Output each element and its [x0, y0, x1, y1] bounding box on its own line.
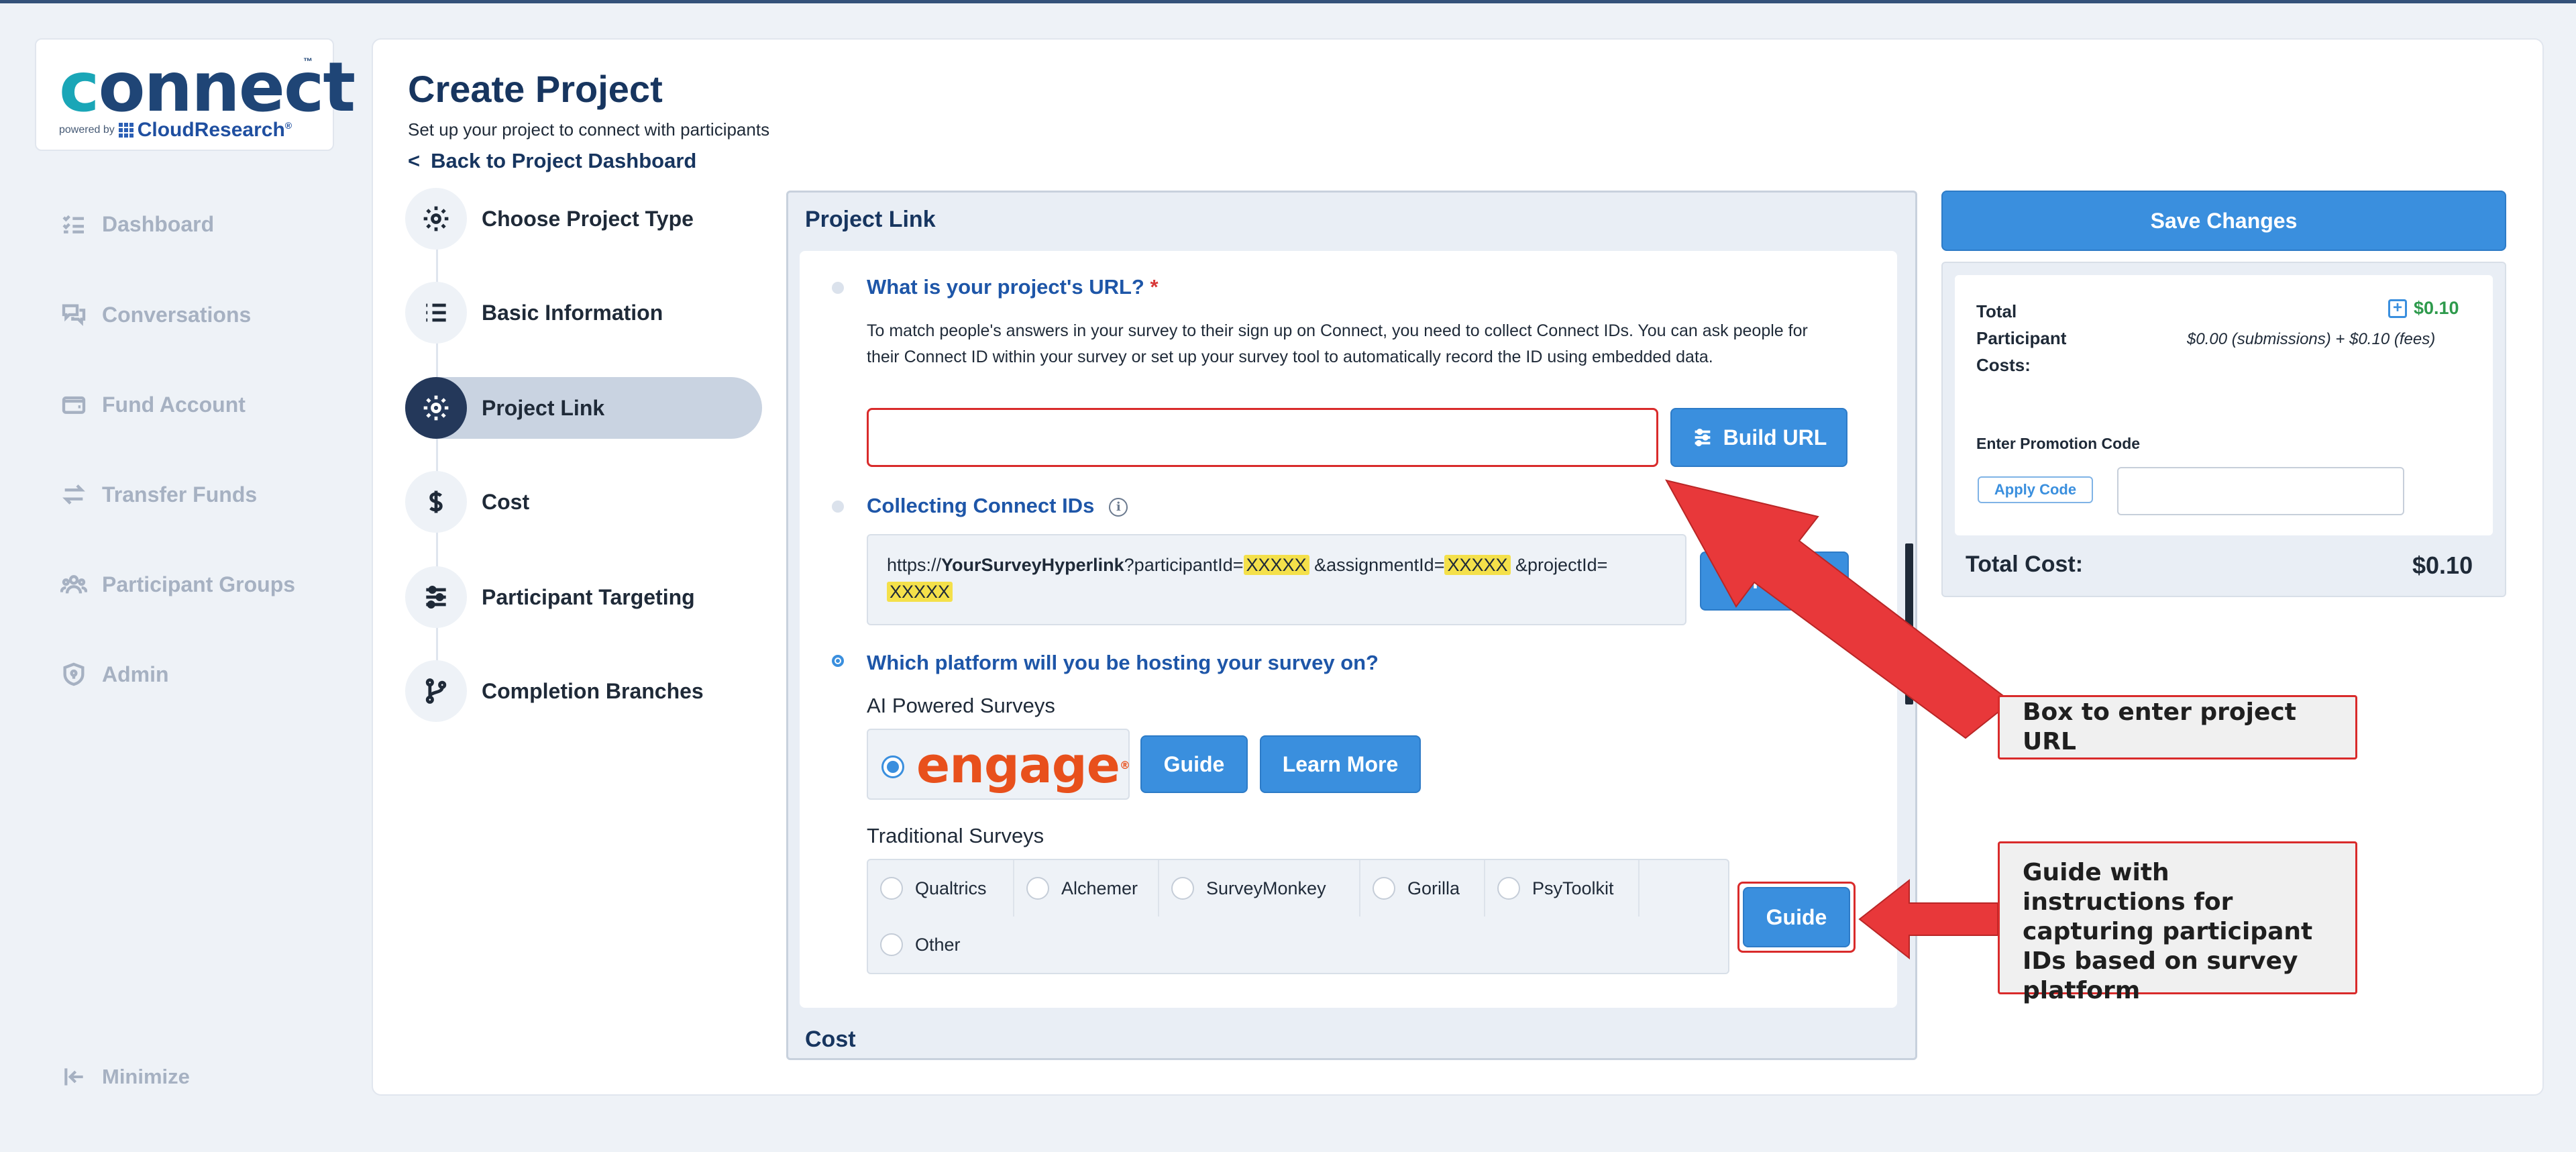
apply-code-button[interactable]: Apply Code: [1978, 476, 2093, 503]
chat-bubbles-icon: [62, 304, 86, 326]
required-asterisk: *: [1150, 275, 1159, 299]
total-cost-value: $0.10: [2412, 552, 2473, 579]
checklist-icon: [62, 215, 84, 233]
engage-logo: engage®: [916, 737, 1130, 794]
platform-question-label: Which platform will you be hosting your …: [867, 651, 1379, 674]
engage-guide-button[interactable]: Guide: [1140, 735, 1248, 793]
page-subtitle: Set up your project to connect with part…: [408, 119, 770, 140]
sidebar-item-admin[interactable]: Admin: [60, 654, 342, 694]
step-bullet-active: [832, 655, 844, 667]
engage-option[interactable]: engage®: [867, 729, 1130, 800]
users-group-icon: [60, 575, 87, 594]
cost-section-title: Cost: [805, 1027, 856, 1052]
radio-button[interactable]: [1026, 877, 1049, 900]
save-changes-button[interactable]: Save Changes: [1941, 191, 2506, 251]
project-link-title: Project Link: [805, 207, 936, 232]
ai-surveys-label: AI Powered Surveys: [867, 694, 1055, 717]
platform-option-psytoolkit[interactable]: PsyToolkit: [1485, 860, 1640, 917]
chevron-left-icon: <: [408, 149, 421, 172]
platform-option-alchemer[interactable]: Alchemer: [1014, 860, 1159, 917]
url-question-label: What is your project's URL? *: [867, 275, 1159, 299]
info-icon[interactable]: i: [1109, 497, 1128, 517]
step-participant-targeting[interactable]: Participant Targeting: [405, 566, 695, 628]
branch-icon: [425, 678, 447, 704]
url-description: To match people's answers in your survey…: [867, 321, 1808, 366]
annotation-url-box: Box to enter project URL: [1998, 695, 2357, 760]
token-highlight: XXXXX: [1243, 555, 1309, 575]
sidebar-item-transfer-funds[interactable]: Transfer Funds: [60, 474, 342, 515]
total-cost-label: Total Cost:: [1966, 552, 2084, 577]
platform-option-gorilla[interactable]: Gorilla: [1360, 860, 1485, 917]
gear-icon: [423, 206, 449, 231]
learn-more-button[interactable]: Learn More: [1260, 735, 1421, 793]
shield-icon: [63, 662, 85, 686]
gear-icon: [423, 395, 449, 421]
step-cost[interactable]: Cost: [405, 471, 529, 533]
traditional-surveys-label: Traditional Surveys: [867, 824, 1044, 847]
token-highlight: XXXXX: [1444, 555, 1511, 575]
wallet-icon: [62, 396, 86, 414]
cloudresearch-logo-icon: [118, 123, 133, 138]
token-highlight: XXXXX: [887, 582, 953, 602]
app-logo[interactable]: connect ™ powered by CloudResearch®: [35, 38, 356, 151]
minimize-sidebar-button[interactable]: Minimize: [62, 1064, 190, 1090]
connect-id-link-preview: https://YourSurveyHyperlink?participantI…: [867, 534, 1686, 625]
build-url-button[interactable]: Build URL: [1670, 408, 1847, 467]
scrollbar[interactable]: [1905, 543, 1913, 704]
sidebar-item-fund-account[interactable]: Fund Account: [60, 384, 342, 425]
collapse-left-icon: [64, 1068, 83, 1086]
configure-button[interactable]: Configure: [1700, 552, 1849, 611]
sliders-icon: [426, 585, 446, 609]
platform-option-qualtrics[interactable]: Qualtrics: [868, 860, 1014, 917]
step-completion-branches[interactable]: Completion Branches: [405, 660, 704, 722]
expand-plus-icon[interactable]: +: [2388, 299, 2407, 318]
traditional-guide-button[interactable]: Guide: [1743, 887, 1850, 947]
platform-option-other[interactable]: Other: [868, 917, 1014, 973]
logo-trademark: ™: [303, 56, 313, 66]
step-bullet: [832, 282, 844, 294]
radio-button[interactable]: [1373, 877, 1395, 900]
list-icon: [426, 303, 446, 322]
radio-selected[interactable]: [881, 755, 904, 778]
back-to-dashboard-link[interactable]: < Back to Project Dashboard: [408, 149, 696, 173]
radio-button[interactable]: [1497, 877, 1520, 900]
radio-button[interactable]: [880, 933, 903, 956]
collecting-ids-title: Collecting Connect IDs i: [867, 494, 1128, 518]
cost-breakdown: $0.00 (submissions) + $0.10 (fees): [2187, 330, 2436, 348]
dollar-icon: [429, 490, 443, 513]
top-accent-bar: [0, 0, 2576, 3]
sidebar-item-conversations[interactable]: Conversations: [60, 295, 342, 335]
step-basic-information[interactable]: Basic Information: [405, 282, 663, 344]
total-participant-costs-label: Total Participant Costs:: [1976, 301, 2067, 375]
sidebar-item-dashboard[interactable]: Dashboard: [60, 204, 342, 244]
step-choose-project-type[interactable]: Choose Project Type: [405, 188, 694, 250]
transfer-arrows-icon: [62, 484, 85, 505]
project-url-input[interactable]: [867, 408, 1658, 467]
platform-option-surveymonkey[interactable]: SurveyMonkey: [1159, 860, 1360, 917]
promo-code-input[interactable]: [2117, 467, 2404, 515]
logo-brand: CloudResearch®: [137, 119, 292, 141]
sidebar-item-participant-groups[interactable]: Participant Groups: [60, 564, 342, 605]
step-bullet: [832, 501, 844, 513]
total-participant-costs-value: + $0.10: [2388, 298, 2459, 319]
sliders-icon: [1695, 428, 1711, 447]
radio-button[interactable]: [880, 877, 903, 900]
traditional-platforms-group: Qualtrics Alchemer SurveyMonkey Gorilla …: [867, 859, 1729, 974]
promo-code-label: Enter Promotion Code: [1976, 435, 2141, 452]
radio-button[interactable]: [1171, 877, 1194, 900]
logo-powered-by: powered by CloudResearch®: [59, 119, 292, 141]
step-project-link[interactable]: Project Link: [405, 377, 604, 439]
page-title: Create Project: [408, 68, 663, 110]
annotation-guide-box: Guide with instructions for capturing pa…: [1998, 841, 2357, 1004]
